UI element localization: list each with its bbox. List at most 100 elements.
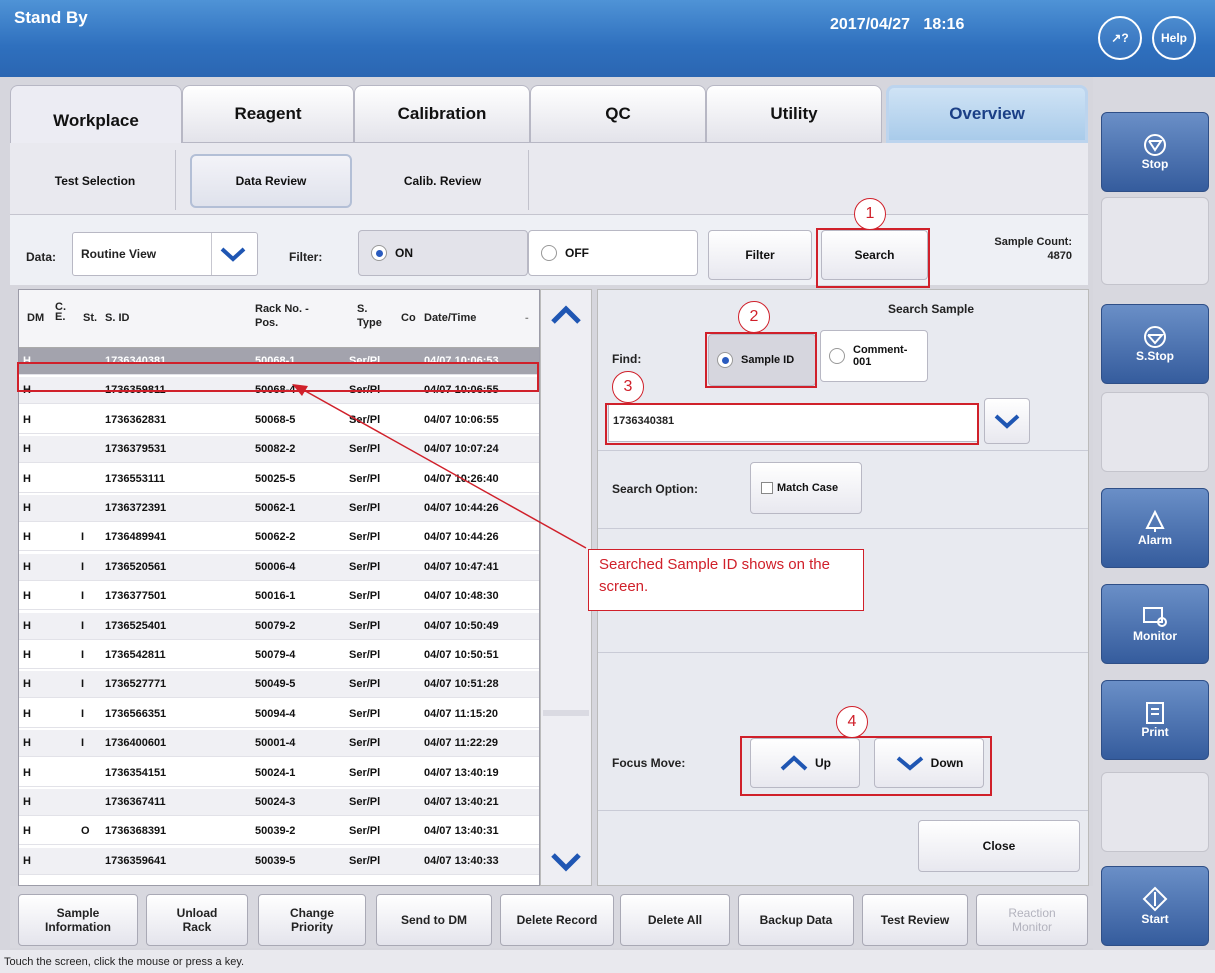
delete-all-button[interactable]: Delete All (620, 894, 730, 946)
annotation-box-search (816, 228, 930, 288)
print-icon (1146, 702, 1164, 724)
table-row[interactable]: H 1736367411 50024-3 Ser/Pl 04/07 13:40:21 (19, 789, 539, 816)
cell-sid: 1736553111 (105, 472, 165, 485)
cell-sid: 1736525401 (105, 619, 167, 632)
cell-dm: H (23, 590, 31, 603)
find-comment-radio[interactable]: Comment- 001 (820, 330, 928, 382)
unload-rack-button[interactable]: Unload Rack (146, 894, 248, 946)
cell-dt: 04/07 10:50:49 (424, 619, 499, 632)
table-row[interactable]: H I 1736377501 50016-1 Ser/Pl 04/07 10:48:30 (19, 583, 539, 611)
chevron-down-icon (994, 414, 1020, 429)
cell-sid: 1736368391 (105, 825, 167, 838)
cell-ce: I (81, 590, 85, 603)
stop-button[interactable]: Stop (1101, 112, 1209, 192)
scroll-down-icon[interactable] (550, 851, 582, 873)
cell-sid: 1736354151 (105, 766, 167, 779)
print-button[interactable]: Print (1101, 680, 1209, 760)
filter-on-radio[interactable]: ON (358, 230, 528, 276)
col-rack: Rack No. - Pos. (255, 303, 309, 329)
table-row[interactable]: H 1736359641 50039-5 Ser/Pl 04/07 13:40:33 (19, 847, 539, 875)
search-history-dropdown[interactable] (984, 398, 1030, 444)
close-button[interactable]: Close (918, 820, 1080, 872)
alarm-button[interactable]: Alarm (1101, 488, 1209, 568)
tab-overview[interactable]: Overview (886, 85, 1088, 143)
cell-rack: 50049-5 (255, 678, 296, 691)
subtab-calib-review[interactable]: Calib. Review (365, 154, 520, 208)
radio-selected-icon (371, 245, 387, 261)
table-row[interactable]: H I 1736527771 50049-5 Ser/Pl 04/07 10:51:28 (19, 671, 539, 699)
focus-move-label: Focus Move: (612, 756, 686, 770)
cell-dt: 04/07 13:40:33 (424, 854, 499, 867)
checkbox-icon (761, 482, 773, 494)
sort-icon[interactable]: - (525, 312, 529, 324)
filter-button[interactable]: Filter (708, 230, 812, 280)
tab-qc[interactable]: QC (530, 85, 706, 143)
table-row[interactable]: H I 1736542811 50079-4 Ser/Pl 04/07 10:50:51 (19, 642, 539, 669)
subtab-divider (175, 150, 176, 210)
scroll-thumb[interactable] (543, 710, 589, 716)
send-to-dm-button[interactable]: Send to DM (376, 894, 492, 946)
scroll-up-icon[interactable] (550, 304, 582, 326)
cell-dm: H (23, 825, 31, 838)
separator (598, 450, 1088, 451)
annotation-box-focus-move (740, 736, 992, 796)
test-review-button[interactable]: Test Review (862, 894, 968, 946)
cell-rack: 50001-4 (255, 737, 296, 750)
cell-sid: 1736367411 (105, 796, 166, 808)
data-select[interactable]: Routine View (72, 232, 258, 276)
subtab-test-selection[interactable]: Test Selection (20, 154, 170, 208)
cell-stype: Ser/Pl (349, 737, 381, 750)
side-blank (1101, 392, 1209, 472)
cell-sid: 1736372391 (105, 502, 167, 514)
backup-data-button[interactable]: Backup Data (738, 894, 854, 946)
col-stype: S. Type (357, 303, 382, 329)
filter-off-radio[interactable]: OFF (528, 230, 698, 276)
sample-information-button[interactable]: Sample Information (18, 894, 138, 946)
separator (598, 528, 1088, 529)
select-divider (211, 233, 212, 275)
cell-rack: 50024-1 (255, 766, 296, 779)
step-marker-2: 2 (738, 301, 770, 333)
cell-dm: H (23, 531, 31, 544)
table-row[interactable]: H I 1736566351 50094-4 Ser/Pl 04/07 11:15:20 (19, 701, 539, 728)
subtab-data-review[interactable]: Data Review (190, 154, 352, 208)
match-case-checkbox[interactable]: Match Case (750, 462, 862, 514)
cell-dm: H (23, 472, 31, 485)
cell-rack: 50094-4 (255, 707, 296, 720)
table-row[interactable]: H I 1736525401 50079-2 Ser/Pl 04/07 10:50:49 (19, 612, 539, 640)
start-button[interactable]: Start (1101, 866, 1209, 946)
cell-rack: 50079-2 (255, 619, 296, 632)
cell-rack: 50006-4 (255, 560, 296, 573)
cell-sid: 1736489941 (105, 531, 167, 544)
sample-stop-icon (1144, 326, 1166, 348)
radio-unselected-icon (541, 245, 557, 261)
cell-dm: H (23, 737, 31, 750)
change-priority-button[interactable]: Change Priority (258, 894, 366, 946)
pointer-help-icon: ↗ (1111, 31, 1122, 45)
help-button[interactable]: Help (1152, 16, 1196, 60)
cell-sid: 1736379531 (105, 443, 167, 456)
sample-count-value: 4870 (1047, 250, 1072, 262)
tab-calibration[interactable]: Calibration (354, 85, 530, 143)
tab-utility[interactable]: Utility (706, 85, 882, 143)
table-row[interactable]: H 1736354151 50024-1 Ser/Pl 04/07 13:40:19 (19, 760, 539, 787)
annotation-box-input (605, 403, 979, 445)
step-marker-1: 1 (854, 198, 886, 230)
sample-stop-button[interactable]: S.Stop (1101, 304, 1209, 384)
cell-ce: O (81, 825, 90, 838)
tab-reagent[interactable]: Reagent (182, 85, 354, 143)
delete-record-button[interactable]: Delete Record (500, 894, 614, 946)
cell-sid: 1736566351 (105, 707, 167, 720)
step-marker-4: 4 (836, 706, 868, 738)
cell-dm: H (23, 854, 31, 867)
annotation-callout: Searched Sample ID shows on the screen. (588, 549, 864, 611)
table-row[interactable]: H O 1736368391 50039-2 Ser/Pl 04/07 13:40:31 (19, 818, 539, 846)
pointer-help-button[interactable]: ↗? (1098, 16, 1142, 60)
cell-dm: H (23, 766, 31, 779)
cell-dm: H (23, 796, 31, 808)
monitor-button[interactable]: Monitor (1101, 584, 1209, 664)
cell-ce: I (81, 707, 85, 720)
col-co: Co (401, 312, 416, 324)
table-row[interactable]: H I 1736400601 50001-4 Ser/Pl 04/07 11:22:29 (19, 730, 539, 758)
cell-dm: H (23, 707, 31, 720)
